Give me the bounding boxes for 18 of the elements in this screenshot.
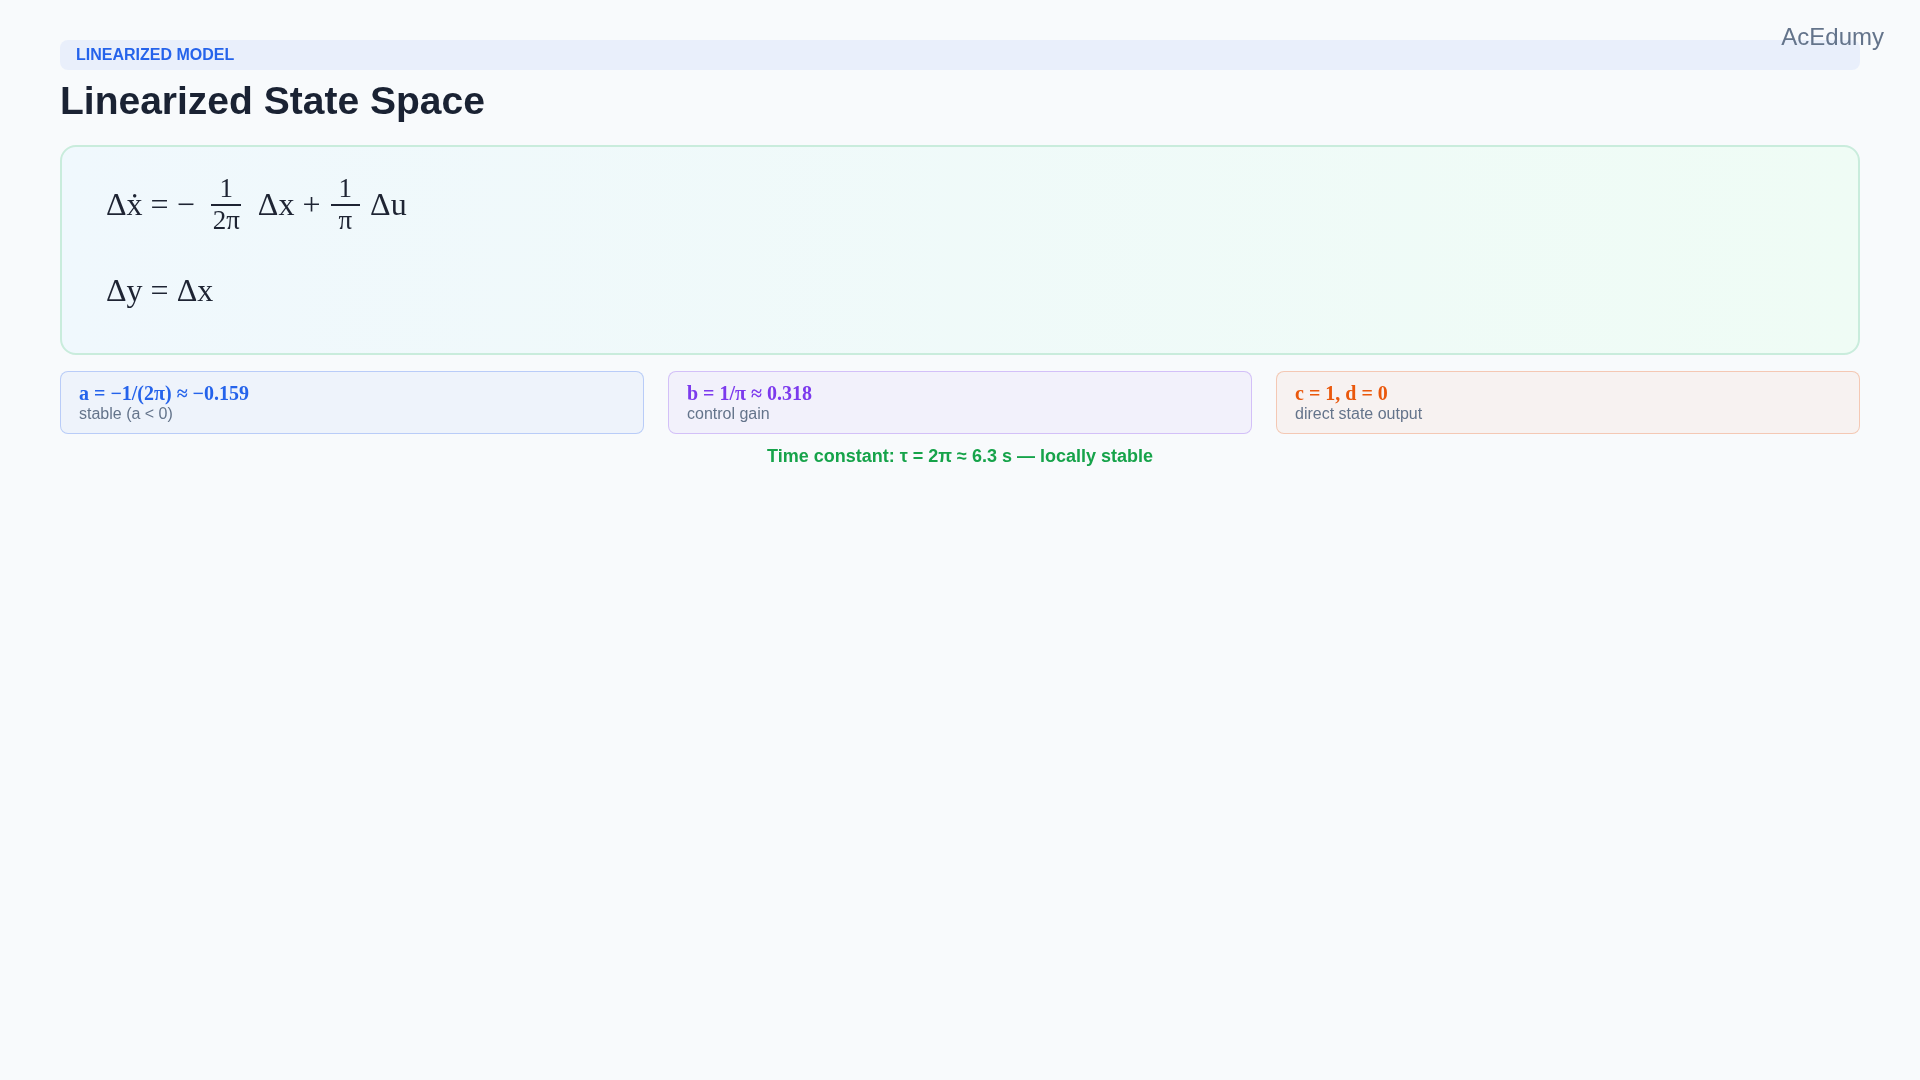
equation-text: Δẋ = − (106, 186, 195, 224)
equation-text: Δx + (257, 186, 321, 224)
parameter-caption: control gain (687, 404, 771, 423)
equation-text: Δy = Δx (106, 272, 214, 310)
badge-label: LINEARIZED MODEL (76, 46, 235, 64)
fraction-denominator: π (337, 205, 354, 236)
parameter-formula: a = −1/(2π) ≈ −0.159 (79, 381, 250, 405)
fraction-numerator: 1 (211, 174, 241, 206)
fraction-numerator: 1 (330, 174, 360, 206)
fraction-denominator: 2π (211, 205, 241, 236)
parameter-formula: b = 1/π ≈ 0.318 (687, 381, 813, 405)
parameter-formula: c = 1, d = 0 (1295, 381, 1389, 405)
page-title: Linearized State Space (60, 78, 486, 124)
parameter-caption: direct state output (1295, 404, 1424, 423)
brand-logo: AcEdumy (1781, 23, 1884, 51)
parameter-caption: stable (a < 0) (79, 404, 174, 423)
summary-text: Time constant: τ = 2π ≈ 6.3 s — locally stable (766, 445, 1154, 467)
equation-text: Δu (370, 186, 407, 224)
